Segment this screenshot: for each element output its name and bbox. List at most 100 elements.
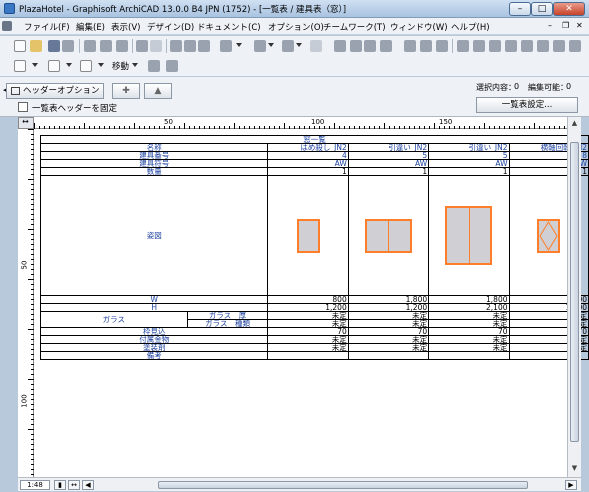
table-cell[interactable]: 4	[267, 151, 349, 160]
drawing-cell[interactable]	[347, 175, 430, 296]
menu-file[interactable]: ファイル(F)	[24, 21, 70, 33]
drawing-cell[interactable]	[267, 175, 349, 296]
table-cell[interactable]: 800	[267, 295, 349, 304]
orbit-icon[interactable]	[148, 60, 160, 72]
table-cell[interactable]: AW	[267, 159, 349, 168]
chevron-down-icon[interactable]	[236, 43, 242, 47]
table-cell[interactable]: 未定	[428, 319, 510, 328]
lock-icon[interactable]	[420, 40, 432, 52]
print-icon[interactable]	[62, 40, 74, 52]
chevron-down-icon[interactable]	[98, 63, 104, 67]
table-cell[interactable]: 1	[267, 167, 349, 176]
group-icon[interactable]	[364, 40, 376, 52]
doc-menu-icon[interactable]	[2, 21, 12, 31]
menu-window[interactable]: ウィンドウ(W)	[390, 21, 448, 33]
cut-icon[interactable]	[84, 40, 96, 52]
vertical-scroll-thumb[interactable]	[570, 142, 579, 442]
table-cell[interactable]: AW	[428, 159, 510, 168]
scroll-left-icon[interactable]: ◀	[82, 480, 94, 490]
table-cell[interactable]: 未定	[428, 311, 510, 320]
table-cell[interactable]: 1,800	[428, 295, 510, 304]
intersect-icon[interactable]	[489, 40, 501, 52]
layer-icon[interactable]	[404, 40, 416, 52]
table-cell[interactable]: 70	[347, 327, 430, 336]
3d-window-icon[interactable]	[80, 60, 92, 72]
fix-header-checkbox[interactable]	[18, 102, 28, 112]
table-cell[interactable]: 1	[347, 167, 430, 176]
horizontal-scrollbar[interactable]: 1:48 ▮ ↔ ◀ ▶	[18, 477, 581, 491]
layout-icon[interactable]	[350, 40, 362, 52]
new-icon[interactable]	[14, 40, 26, 52]
table-cell[interactable]: 引違い_JN2	[428, 143, 510, 152]
fillet-icon[interactable]	[505, 40, 517, 52]
fit-page-icon[interactable]: ▮	[54, 480, 66, 490]
minimize-button[interactable]: –	[509, 2, 531, 16]
header-options-button[interactable]: ヘッダーオプション	[6, 83, 104, 99]
magic-wand-icon[interactable]	[220, 40, 232, 52]
eyedropper-icon[interactable]	[170, 40, 182, 52]
table-cell[interactable]	[347, 351, 430, 360]
table-cell[interactable]: 未定	[428, 335, 510, 344]
table-cell[interactable]: 未定	[267, 335, 349, 344]
table-cell[interactable]: はめ殺し_JN2	[267, 143, 349, 152]
undo-icon[interactable]	[136, 40, 148, 52]
table-cell[interactable]: AW	[347, 159, 430, 168]
table-cell[interactable]: 5	[428, 151, 510, 160]
table-cell[interactable]: 未定	[347, 335, 430, 344]
table-cell[interactable]: 未定	[267, 343, 349, 352]
pencil-icon[interactable]	[184, 40, 196, 52]
doc-restore-icon[interactable]: ❐	[562, 21, 569, 30]
horizontal-scroll-thumb[interactable]	[158, 481, 528, 489]
maximize-button[interactable]: □	[531, 2, 553, 16]
table-cell[interactable]: 1	[428, 167, 510, 176]
table-cell[interactable]: 未定	[267, 311, 349, 320]
pin-button[interactable]: ✚	[112, 83, 140, 99]
save-icon[interactable]	[48, 40, 60, 52]
table-cell[interactable]: 5	[347, 151, 430, 160]
section-icon[interactable]	[48, 60, 60, 72]
chevron-down-icon[interactable]	[66, 63, 72, 67]
paste-icon[interactable]	[116, 40, 128, 52]
chevron-down-icon[interactable]	[132, 63, 138, 67]
zoom-field[interactable]: 1:48	[20, 480, 50, 490]
close-button[interactable]: ✕	[553, 2, 585, 16]
split-icon[interactable]	[457, 40, 469, 52]
fit-width-icon[interactable]: ↔	[68, 480, 80, 490]
chevron-down-icon[interactable]	[296, 43, 302, 47]
redo-icon[interactable]	[150, 40, 162, 52]
table-cell[interactable]: 未定	[347, 343, 430, 352]
table-cell[interactable]: 未定	[347, 319, 430, 328]
adjust-icon[interactable]	[473, 40, 485, 52]
offset-icon[interactable]	[521, 40, 533, 52]
table-cell[interactable]: 1,800	[347, 295, 430, 304]
drawing-cell[interactable]	[428, 175, 510, 296]
table-cell[interactable]: 未定	[267, 319, 349, 328]
scroll-down-icon[interactable]: ▼	[570, 464, 579, 474]
table-cell[interactable]: 引違い_JN2	[347, 143, 430, 152]
stretch-icon[interactable]	[553, 40, 565, 52]
brush-icon[interactable]	[198, 40, 210, 52]
copy-icon[interactable]	[100, 40, 112, 52]
arrange-icon[interactable]	[334, 40, 346, 52]
table-cell[interactable]	[428, 351, 510, 360]
grid-icon[interactable]	[310, 40, 322, 52]
scroll-up-icon[interactable]: ▲	[570, 119, 579, 129]
scroll-right-icon[interactable]: ▶	[565, 480, 577, 490]
menu-options[interactable]: オプション(O)	[268, 21, 324, 33]
menu-edit[interactable]: 編集(E)	[76, 21, 105, 33]
curve-icon[interactable]	[569, 40, 581, 52]
resize-icon[interactable]	[537, 40, 549, 52]
table-cell[interactable]: 未定	[347, 311, 430, 320]
vertical-scrollbar[interactable]: ▲ ▼	[567, 117, 581, 477]
schedule-settings-button[interactable]: 一覧表設定...	[476, 97, 578, 113]
ruler-corner[interactable]: ↔	[18, 117, 34, 129]
floor-plan-icon[interactable]	[14, 60, 26, 72]
align-icon[interactable]	[282, 40, 294, 52]
fill-icon[interactable]	[380, 40, 392, 52]
table-cell[interactable]: 70	[428, 327, 510, 336]
hide-icon[interactable]	[436, 40, 448, 52]
menu-help[interactable]: ヘルプ(H)	[451, 21, 490, 33]
snap-icon[interactable]	[254, 40, 266, 52]
doc-minimize-icon[interactable]: –	[548, 21, 552, 30]
merge-button[interactable]: ▲	[144, 83, 172, 99]
